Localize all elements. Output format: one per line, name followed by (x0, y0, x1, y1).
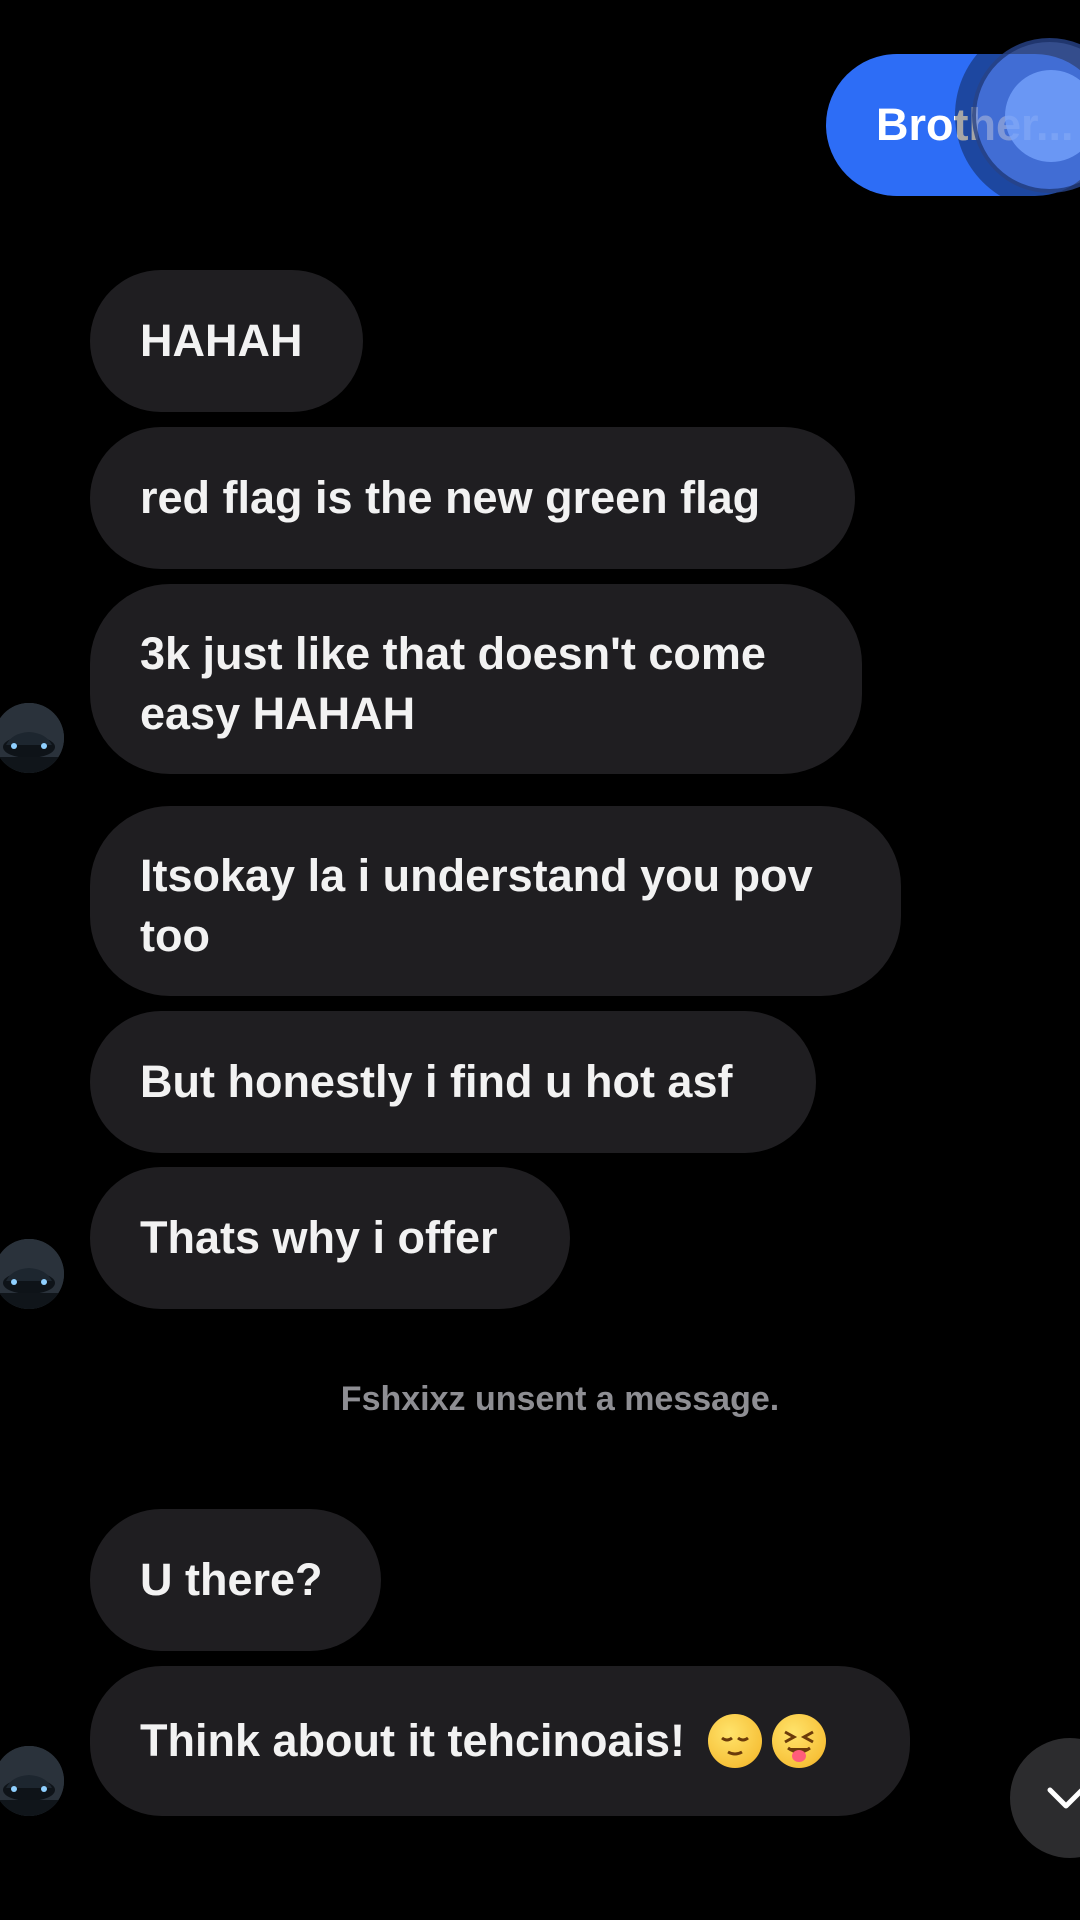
message-text: HAHAH (140, 315, 303, 366)
car-avatar-icon (0, 1746, 64, 1816)
message-text: Itsokay la i understand you pov too (140, 850, 813, 961)
received-message-bubble[interactable]: red flag is the new green flag (90, 427, 855, 569)
contact-avatar[interactable] (0, 703, 64, 773)
car-avatar-icon (0, 703, 64, 773)
message-text: 3k just like that doesn't come easy HAHA… (140, 628, 766, 739)
message-text: red flag is the new green flag (140, 472, 761, 523)
received-message-bubble[interactable]: U there? (90, 1509, 381, 1651)
message-text: U there? (140, 1554, 323, 1605)
message-text: Thats why i offer (140, 1212, 498, 1263)
contact-avatar[interactable] (0, 1746, 64, 1816)
squinting-tongue-emoji (771, 1714, 826, 1768)
message-text: Think about it tehcinoais! (140, 1715, 698, 1766)
scroll-to-bottom-button[interactable] (1010, 1738, 1080, 1858)
received-message-bubble[interactable]: Think about it tehcinoais! (90, 1666, 910, 1816)
message-text: But honestly i find u hot asf (140, 1056, 733, 1107)
relieved-face-emoji (707, 1714, 762, 1768)
chat-screen: Brother... HAHAH red flag is the new gre… (0, 0, 1080, 1920)
chevron-down-icon (1047, 1787, 1080, 1809)
received-message-bubble[interactable]: HAHAH (90, 270, 363, 412)
car-avatar-icon (0, 1239, 64, 1309)
received-message-bubble[interactable]: Itsokay la i understand you pov too (90, 806, 901, 996)
contact-avatar[interactable] (0, 1239, 64, 1309)
unsent-message-notice: Fshxixz unsent a message. (340, 1380, 780, 1418)
received-message-bubble[interactable]: But honestly i find u hot asf (90, 1011, 816, 1153)
received-message-bubble[interactable]: 3k just like that doesn't come easy HAHA… (90, 584, 862, 774)
received-message-bubble[interactable]: Thats why i offer (90, 1167, 570, 1309)
